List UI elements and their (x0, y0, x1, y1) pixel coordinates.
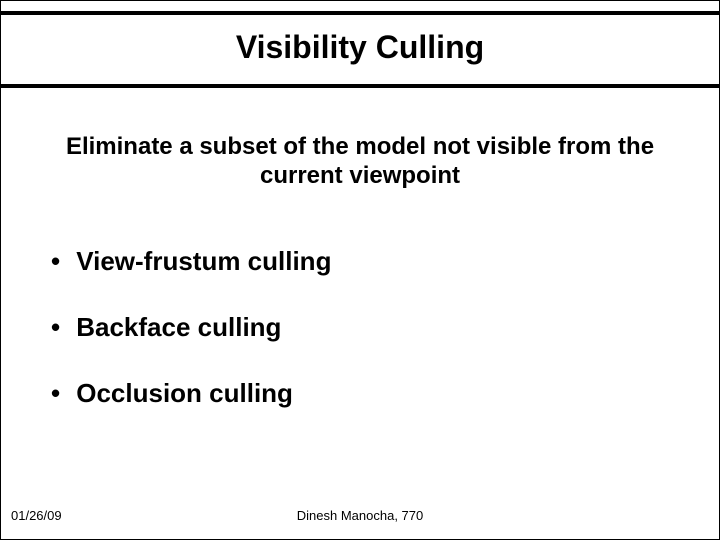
bullet-list: • View-frustum culling • Backface cullin… (1, 246, 719, 409)
footer-date: 01/26/09 (11, 508, 62, 523)
slide-title: Visibility Culling (1, 29, 719, 66)
bullet-text: Backface culling (76, 312, 281, 342)
bullet-dot-icon: • (51, 246, 69, 277)
bullet-text: Occlusion culling (76, 378, 293, 408)
bullet-dot-icon: • (51, 312, 69, 343)
list-item: • Backface culling (51, 312, 719, 343)
slide-subtitle: Eliminate a subset of the model not visi… (39, 133, 681, 191)
list-item: • View-frustum culling (51, 246, 719, 277)
title-bar: Visibility Culling (1, 11, 719, 88)
bullet-text: View-frustum culling (76, 246, 331, 276)
bullet-dot-icon: • (51, 378, 69, 409)
list-item: • Occlusion culling (51, 378, 719, 409)
footer-author: Dinesh Manocha, 770 (297, 508, 423, 523)
